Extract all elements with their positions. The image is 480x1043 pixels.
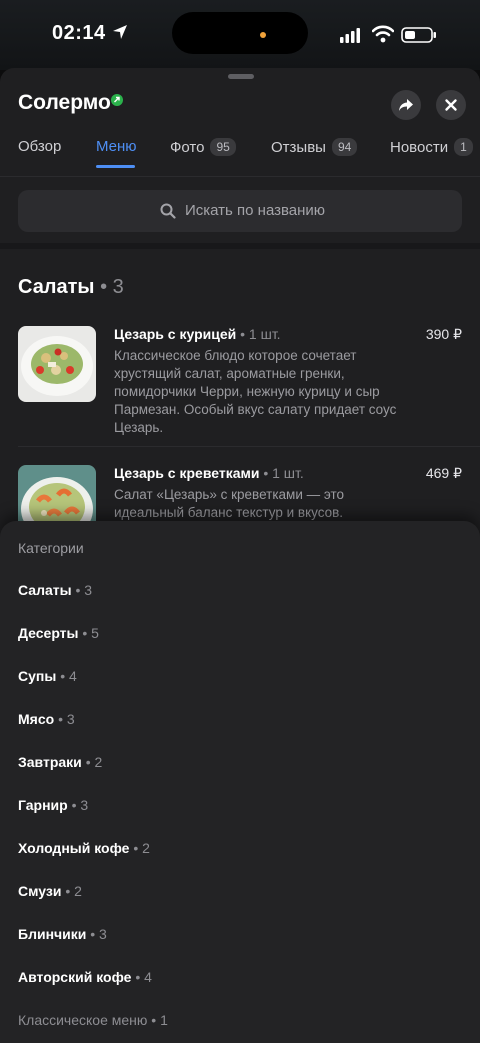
category-item-pancakes[interactable]: Блинчики • 3: [18, 926, 107, 942]
battery-icon: [401, 27, 436, 43]
category-item-breakfasts[interactable]: Завтраки • 2: [18, 754, 102, 770]
close-icon: [445, 99, 457, 111]
tab-photos[interactable]: Фото 95: [170, 138, 236, 156]
section-separator: [0, 243, 480, 249]
tab-news[interactable]: Новости 1: [390, 138, 473, 156]
photos-count-badge: 95: [210, 138, 236, 156]
cellular-signal-icon: [340, 28, 360, 43]
section-title: Салаты • 3: [18, 276, 124, 298]
verified-owner-icon: [111, 94, 123, 106]
menu-item[interactable]: Цезарь с курицей • 1 шт. 390 ₽ Классичес…: [0, 326, 480, 446]
categories-panel: Категории Салаты • 3 Десерты • 5 Супы • …: [0, 521, 480, 1043]
status-time: 02:14: [52, 22, 106, 44]
dish-photo: [18, 326, 96, 402]
dish-price: 469 ₽: [425, 465, 462, 481]
category-item-smoothies[interactable]: Смузи • 2: [18, 883, 82, 899]
category-item-cold-coffee[interactable]: Холодный кофе • 2: [18, 840, 150, 856]
menu-search-field[interactable]: Искать по названию: [18, 190, 462, 232]
category-item-salads[interactable]: Салаты • 3: [18, 582, 92, 598]
category-item-sides[interactable]: Гарнир • 3: [18, 797, 88, 813]
place-title: Солермо: [18, 91, 111, 114]
privacy-indicator-dot: [260, 32, 266, 38]
dish-description: Салат «Цезарь» с креветками — это идеаль…: [114, 487, 344, 520]
active-tab-indicator: [96, 165, 135, 168]
dish-name: Цезарь с креветками • 1 шт.: [114, 465, 304, 481]
dish-name: Цезарь с курицей • 1 шт.: [114, 326, 281, 342]
tabs-divider: [0, 176, 480, 177]
item-divider: [18, 446, 480, 447]
dish-quantity: • 1 шт.: [240, 326, 281, 342]
category-item-desserts[interactable]: Десерты • 5: [18, 625, 99, 641]
share-button[interactable]: [391, 90, 421, 120]
categories-header: Категории: [18, 540, 84, 556]
dish-description: Классическое блюдо которое сочетает хрус…: [114, 348, 397, 435]
sheet-drag-handle[interactable]: [228, 74, 254, 79]
category-item-signature-coffee[interactable]: Авторский кофе • 4: [18, 969, 152, 985]
news-count-badge: 1: [454, 138, 473, 156]
section-count: • 3: [100, 276, 124, 298]
close-button[interactable]: [436, 90, 466, 120]
search-placeholder: Искать по названию: [185, 202, 326, 219]
status-bar: 02:14: [0, 0, 480, 70]
location-arrow-icon: [113, 25, 127, 39]
category-item-meat[interactable]: Мясо • 3: [18, 711, 75, 727]
dish-price: 390 ₽: [425, 326, 462, 342]
tab-overview[interactable]: Обзор: [18, 138, 61, 155]
dish-quantity: • 1 шт.: [263, 465, 304, 481]
tab-bar: Обзор Меню Фото 95 Отзывы 94 Новости 1: [0, 132, 480, 176]
reviews-count-badge: 94: [331, 138, 358, 156]
dynamic-island: [172, 12, 308, 54]
category-item-soups[interactable]: Супы • 4: [18, 668, 77, 684]
tab-menu[interactable]: Меню: [96, 138, 137, 155]
category-item-classic-menu[interactable]: Классическое меню • 1: [18, 1012, 168, 1028]
tab-reviews[interactable]: Отзывы 94: [271, 138, 358, 156]
search-icon: [160, 203, 176, 219]
share-icon: [399, 99, 413, 111]
wifi-icon: [372, 25, 394, 43]
